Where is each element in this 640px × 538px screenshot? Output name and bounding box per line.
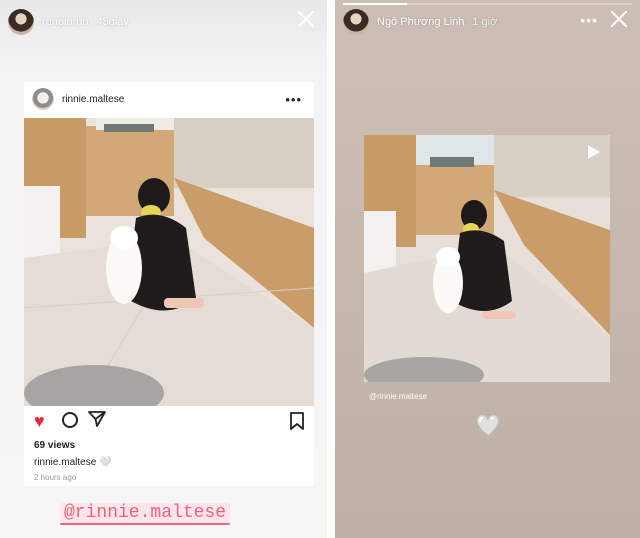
caption: rinnie.maltese 🤍 [34,457,112,468]
post-account[interactable]: rinnie.maltese [62,94,124,105]
send-icon[interactable] [88,410,106,428]
post-avatar[interactable] [32,88,54,110]
like-heart-icon[interactable]: ♥ [34,412,45,430]
more-options-icon[interactable]: ••• [285,92,302,107]
white-heart-sticker: 🤍 [476,415,501,437]
story-header: runpiprun 45giây [0,0,327,44]
story-time: 45giây [96,16,129,28]
post-photo[interactable] [24,118,314,406]
view-count[interactable]: 69 views [34,440,75,451]
story-divider [327,0,335,538]
story-username[interactable]: Ngô Phương Linh [377,16,464,28]
shared-post-card[interactable]: rinnie.maltese ••• ♥ 69 views rinnie.mal… [24,82,314,486]
post-header: rinnie.maltese [24,82,314,116]
caption-emoji: 🤍 [99,457,112,468]
story-photo[interactable] [364,135,610,382]
story-time: 1 giờ [472,16,498,28]
photo-illustration [24,118,314,406]
post-actions: ♥ [34,410,304,432]
user-avatar[interactable] [343,9,369,35]
left-story-panel: runpiprun 45giây rinnie.maltese ••• ♥ 69… [0,0,327,538]
bookmark-icon[interactable] [290,412,304,430]
play-icon[interactable] [588,145,600,159]
mention-sticker[interactable]: @rinnie.maltese [60,503,231,525]
comment-icon[interactable] [62,412,78,428]
user-avatar[interactable] [8,9,34,35]
close-icon[interactable] [295,8,317,30]
post-time: 2 hours ago [34,473,77,482]
right-story-panel: Ngô Phương Linh 1 giờ ••• @rinnie.maltes… [335,0,640,538]
close-icon[interactable] [608,8,630,30]
more-options-icon[interactable]: ••• [580,12,598,28]
photo-illustration [364,135,610,382]
story-username[interactable]: runpiprun [42,16,88,28]
caption-username[interactable]: rinnie.maltese [34,457,96,468]
photo-tag[interactable]: @rinnie.maltese [369,392,427,401]
